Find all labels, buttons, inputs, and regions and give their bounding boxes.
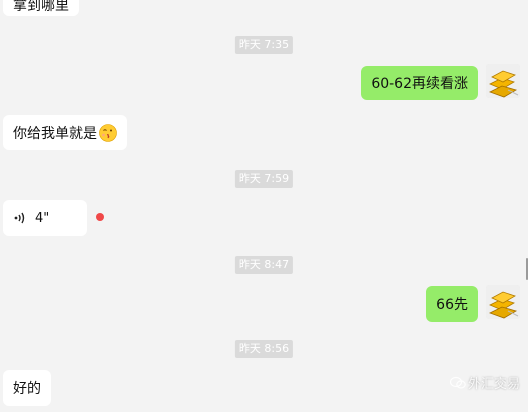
watermark-logo-icon [449, 376, 466, 389]
watermark-text: 外汇交易 [467, 377, 520, 392]
message-sent[interactable]: 66先 [426, 286, 478, 322]
gold-bars-avatar-icon [486, 64, 520, 98]
avatar-self[interactable] [486, 285, 520, 319]
kiss-emoji-icon [99, 123, 117, 142]
timestamp: 昨天 7:59 [234, 170, 294, 188]
message-text: 60-62再续看涨 [371, 76, 468, 92]
message-received[interactable]: 好的 [3, 370, 51, 406]
message-text: 66先 [436, 297, 468, 313]
timestamp: 昨天 8:47 [234, 256, 294, 274]
message-text: 好的 [13, 381, 41, 397]
voice-duration: 4" [35, 210, 50, 226]
voice-wave-icon [14, 212, 25, 224]
message-received-partial[interactable]: 拿到哪里 [3, 0, 79, 16]
message-text: 拿到哪里 [13, 0, 69, 14]
message-text: 你给我单就是 [13, 125, 97, 142]
message-sent[interactable]: 60-62再续看涨 [361, 66, 478, 100]
avatar-self[interactable] [486, 64, 520, 98]
timestamp: 昨天 8:56 [234, 340, 294, 358]
timestamp: 昨天 7:35 [234, 36, 294, 54]
voice-message[interactable]: 4" [3, 200, 87, 236]
watermark: 外汇交易 [449, 373, 520, 392]
gold-bars-avatar-icon [486, 285, 520, 319]
unread-indicator [96, 213, 104, 221]
message-received[interactable]: 你给我单就是 [3, 115, 127, 150]
